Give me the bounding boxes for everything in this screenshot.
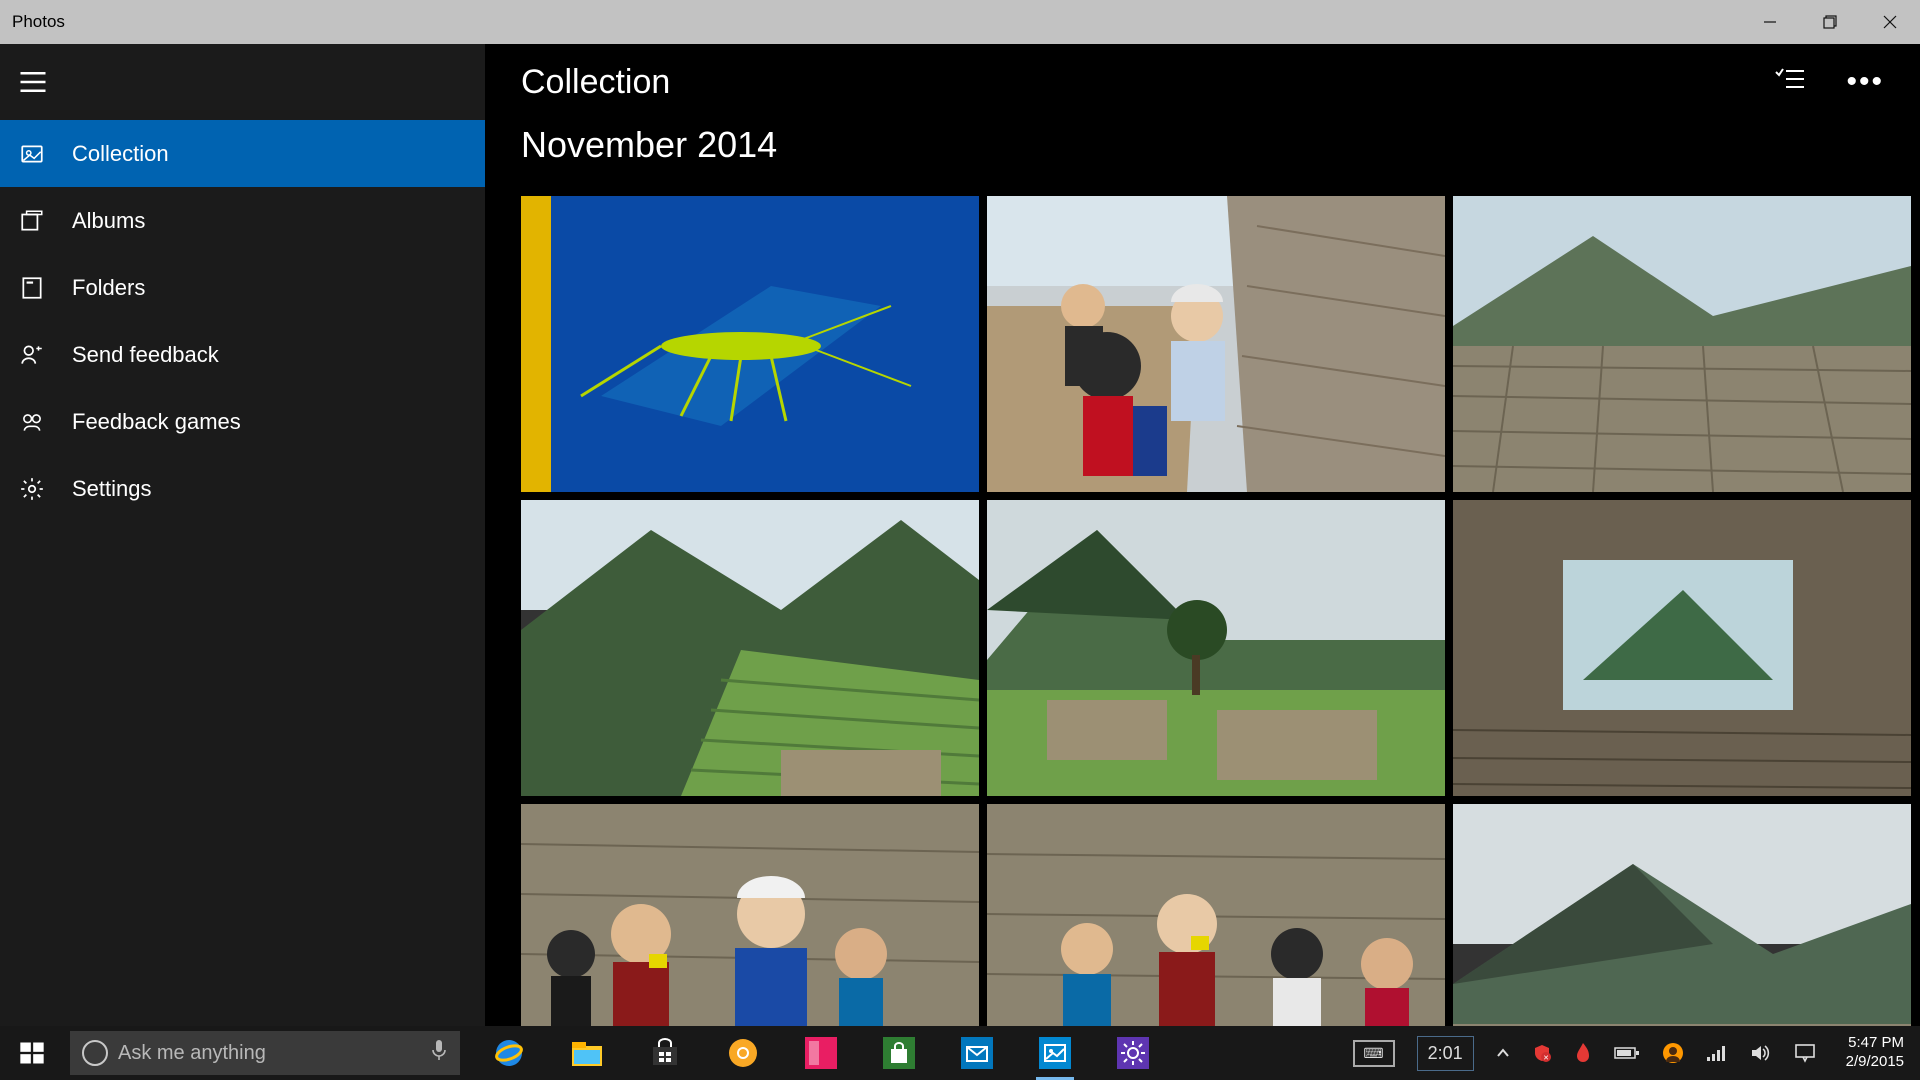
head-icon	[1662, 1042, 1684, 1064]
sidebar-item-label: Feedback games	[72, 409, 241, 435]
hamburger-button[interactable]	[0, 44, 485, 120]
window-titlebar: Photos	[0, 0, 1920, 44]
windows-icon	[18, 1039, 46, 1067]
header-actions: •••	[1774, 65, 1884, 99]
taskbar-clock[interactable]: 5:47 PM 2/9/2015	[1838, 1034, 1912, 1072]
taskbar: Ask me anything ⌨ 2:01 ✕ 5:47 PM 2/9/201…	[0, 1026, 1920, 1080]
taskbar-app-ie[interactable]	[490, 1034, 528, 1072]
svg-text:✕: ✕	[1543, 1055, 1549, 1062]
taskbar-app-chrome[interactable]	[724, 1034, 762, 1072]
taskbar-app-mail[interactable]	[958, 1034, 996, 1072]
search-placeholder: Ask me anything	[118, 1042, 420, 1065]
taskbar-app-xbox[interactable]	[880, 1034, 918, 1072]
sidebar-item-label: Folders	[72, 275, 145, 301]
tray-security-icon[interactable]: ✕	[1532, 1043, 1552, 1063]
battery-icon	[1614, 1045, 1640, 1061]
feedback-games-icon	[18, 408, 46, 436]
feedback-icon	[18, 341, 46, 369]
flame-icon	[1574, 1042, 1592, 1064]
tray-user-icon[interactable]	[1662, 1042, 1684, 1064]
speaker-icon	[1750, 1043, 1772, 1063]
sidebar-item-send-feedback[interactable]: Send feedback	[0, 321, 485, 388]
photo-thumbnail[interactable]	[987, 500, 1445, 796]
sidebar-item-label: Collection	[72, 141, 169, 167]
albums-icon	[18, 207, 46, 235]
sidebar-item-collection[interactable]: Collection	[0, 120, 485, 187]
photo-thumbnail[interactable]	[987, 196, 1445, 492]
sidebar-item-label: Albums	[72, 208, 145, 234]
page-title: Collection	[521, 63, 670, 102]
photo-grid	[521, 196, 1920, 1026]
photo-thumbnail[interactable]	[521, 500, 979, 796]
mail-icon	[961, 1037, 993, 1069]
collection-content: November 2014	[485, 120, 1920, 1026]
main-header: Collection •••	[485, 44, 1920, 120]
store-green-icon	[883, 1037, 915, 1069]
notification-icon	[1794, 1043, 1816, 1063]
folders-icon	[18, 274, 46, 302]
checklist-icon	[1774, 67, 1804, 91]
collection-icon	[18, 140, 46, 168]
taskbar-app-photos[interactable]	[1036, 1034, 1074, 1072]
photo-thumbnail[interactable]	[1453, 196, 1911, 492]
window-controls	[1740, 0, 1920, 44]
folder-icon	[570, 1038, 604, 1068]
tray-battery-icon[interactable]	[1614, 1045, 1640, 1061]
minimize-button[interactable]	[1740, 0, 1800, 44]
keyboard-icon: ⌨	[1353, 1040, 1394, 1067]
sidebar-item-label: Send feedback	[72, 342, 219, 368]
sidebar-item-label: Settings	[72, 476, 152, 502]
tray-action-center-icon[interactable]	[1794, 1043, 1816, 1063]
more-button[interactable]: •••	[1846, 65, 1884, 99]
close-button[interactable]	[1860, 0, 1920, 44]
cortana-icon	[82, 1040, 108, 1066]
clock-date: 2/9/2015	[1846, 1053, 1904, 1072]
tray-volume-icon[interactable]	[1750, 1043, 1772, 1063]
photos-icon	[1039, 1037, 1071, 1069]
wifi-bars-icon	[1706, 1044, 1728, 1062]
tray-overflow-button[interactable]	[1496, 1046, 1510, 1060]
sidebar-item-settings[interactable]: Settings	[0, 455, 485, 522]
photo-thumbnail[interactable]	[987, 804, 1445, 1026]
gear-tile-icon	[1117, 1037, 1149, 1069]
maximize-button[interactable]	[1800, 0, 1860, 44]
touch-keyboard-button[interactable]: ⌨	[1353, 1040, 1394, 1067]
taskbar-app-settings[interactable]	[1114, 1034, 1152, 1072]
group-heading[interactable]: November 2014	[521, 124, 1920, 166]
settings-icon	[18, 475, 46, 503]
photo-thumbnail[interactable]	[521, 804, 979, 1026]
sidebar-item-folders[interactable]: Folders	[0, 254, 485, 321]
tray-network-icon[interactable]	[1706, 1044, 1728, 1062]
start-button[interactable]	[0, 1026, 64, 1080]
taskbar-tray: ⌨ 2:01 ✕ 5:47 PM 2/9/2015	[1353, 1026, 1920, 1080]
window-title: Photos	[12, 12, 65, 32]
clock-time: 5:47 PM	[1846, 1034, 1904, 1053]
photo-thumbnail[interactable]	[1453, 500, 1911, 796]
taskbar-search[interactable]: Ask me anything	[70, 1031, 460, 1075]
taskbar-app-explorer[interactable]	[568, 1034, 606, 1072]
photo-thumbnail[interactable]	[521, 196, 979, 492]
tile-icon	[805, 1037, 837, 1069]
shield-alert-icon: ✕	[1532, 1043, 1552, 1063]
taskbar-pinned-apps	[490, 1026, 1152, 1080]
chevron-up-icon	[1496, 1046, 1510, 1060]
select-mode-button[interactable]	[1774, 67, 1804, 98]
sidebar-item-albums[interactable]: Albums	[0, 187, 485, 254]
store-icon	[649, 1037, 681, 1069]
main-panel: Collection ••• November 2014	[485, 44, 1920, 1026]
taskbar-app-news[interactable]	[802, 1034, 840, 1072]
ie-icon	[492, 1036, 526, 1070]
chrome-canary-icon	[727, 1037, 759, 1069]
sidebar: Collection Albums Folders Send feedback	[0, 44, 485, 1026]
sidebar-item-feedback-games[interactable]: Feedback games	[0, 388, 485, 455]
tray-app-icon[interactable]	[1574, 1042, 1592, 1064]
tray-clock-badge[interactable]: 2:01	[1417, 1036, 1474, 1071]
microphone-icon[interactable]	[430, 1038, 448, 1068]
taskbar-app-store[interactable]	[646, 1034, 684, 1072]
photo-thumbnail[interactable]	[1453, 804, 1911, 1026]
hamburger-icon	[18, 67, 48, 97]
